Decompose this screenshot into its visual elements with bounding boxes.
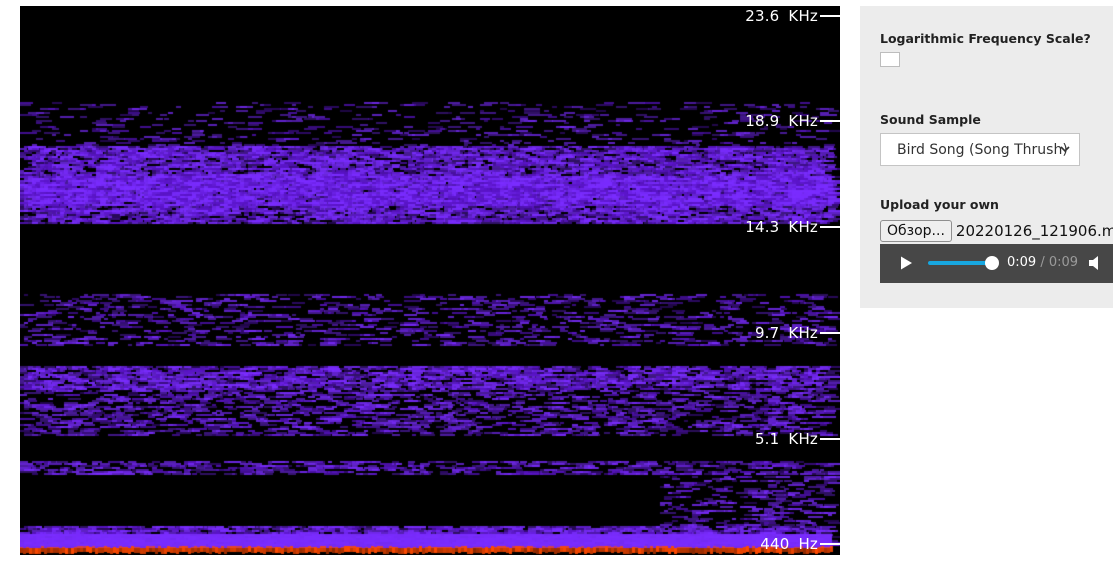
sound-sample-select[interactable]: Bird Song (Song Thrush) bbox=[880, 133, 1080, 166]
audio-progress-track[interactable] bbox=[928, 256, 999, 270]
frequency-label-unit: KHz bbox=[788, 7, 818, 25]
audio-player: 0:09 / 0:09 bbox=[880, 244, 1113, 283]
spectrogram-image bbox=[20, 6, 840, 555]
frequency-label: 14.3 KHz bbox=[745, 217, 840, 237]
frequency-tick bbox=[820, 15, 840, 17]
frequency-label-unit: KHz bbox=[788, 324, 818, 342]
spectrogram-canvas: 23.6 KHz 18.9 KHz 14.3 KHz 9.7 KHz 5.1 K… bbox=[20, 6, 840, 555]
audio-time: 0:09 / 0:09 bbox=[1007, 255, 1078, 270]
audio-time-separator: / bbox=[1040, 255, 1045, 270]
frequency-tick bbox=[820, 226, 840, 228]
frequency-label-unit: Hz bbox=[798, 535, 818, 553]
frequency-tick bbox=[820, 120, 840, 122]
frequency-label: 9.7 KHz bbox=[755, 323, 840, 343]
controls-panel: Logarithmic Frequency Scale? Sound Sampl… bbox=[860, 6, 1113, 308]
frequency-label-unit: KHz bbox=[788, 112, 818, 130]
file-input[interactable]: Обзор... 20220126_121906.m bbox=[880, 219, 1113, 243]
page: 23.6 KHz 18.9 KHz 14.3 KHz 9.7 KHz 5.1 K… bbox=[0, 0, 1113, 575]
frequency-label-value: 5.1 bbox=[754, 430, 780, 448]
frequency-label-value: 18.9 bbox=[745, 112, 780, 130]
log-scale-label: Logarithmic Frequency Scale? bbox=[880, 31, 1091, 46]
frequency-label: 23.6 KHz bbox=[745, 6, 840, 26]
frequency-tick bbox=[820, 543, 840, 545]
frequency-label: 440 Hz bbox=[760, 534, 840, 554]
frequency-label-unit: KHz bbox=[788, 430, 818, 448]
audio-duration: 0:09 bbox=[1048, 255, 1079, 270]
frequency-label-value: 14.3 bbox=[745, 218, 780, 236]
frequency-tick bbox=[820, 438, 840, 440]
upload-label: Upload your own bbox=[880, 197, 999, 212]
frequency-tick bbox=[820, 332, 840, 334]
frequency-label: 18.9 KHz bbox=[745, 111, 840, 131]
frequency-label-value: 23.6 bbox=[745, 7, 780, 25]
audio-current-time: 0:09 bbox=[1007, 255, 1037, 270]
frequency-label: 5.1 KHz bbox=[755, 429, 840, 449]
frequency-label-value: 9.7 bbox=[754, 324, 780, 342]
frequency-label-unit: KHz bbox=[788, 218, 818, 236]
sound-sample-selected: Bird Song (Song Thrush) bbox=[897, 141, 1068, 158]
sound-sample-label: Sound Sample bbox=[880, 112, 981, 127]
audio-progress-fill bbox=[928, 261, 992, 265]
audio-progress-thumb[interactable] bbox=[985, 256, 999, 270]
frequency-label-value: 440 bbox=[760, 535, 790, 553]
browse-button[interactable]: Обзор... bbox=[880, 220, 952, 242]
file-name: 20220126_121906.m bbox=[955, 222, 1113, 240]
log-scale-checkbox[interactable] bbox=[880, 52, 900, 67]
volume-icon[interactable] bbox=[1088, 255, 1106, 271]
chevron-down-icon bbox=[1060, 146, 1070, 153]
play-icon[interactable] bbox=[898, 255, 914, 271]
